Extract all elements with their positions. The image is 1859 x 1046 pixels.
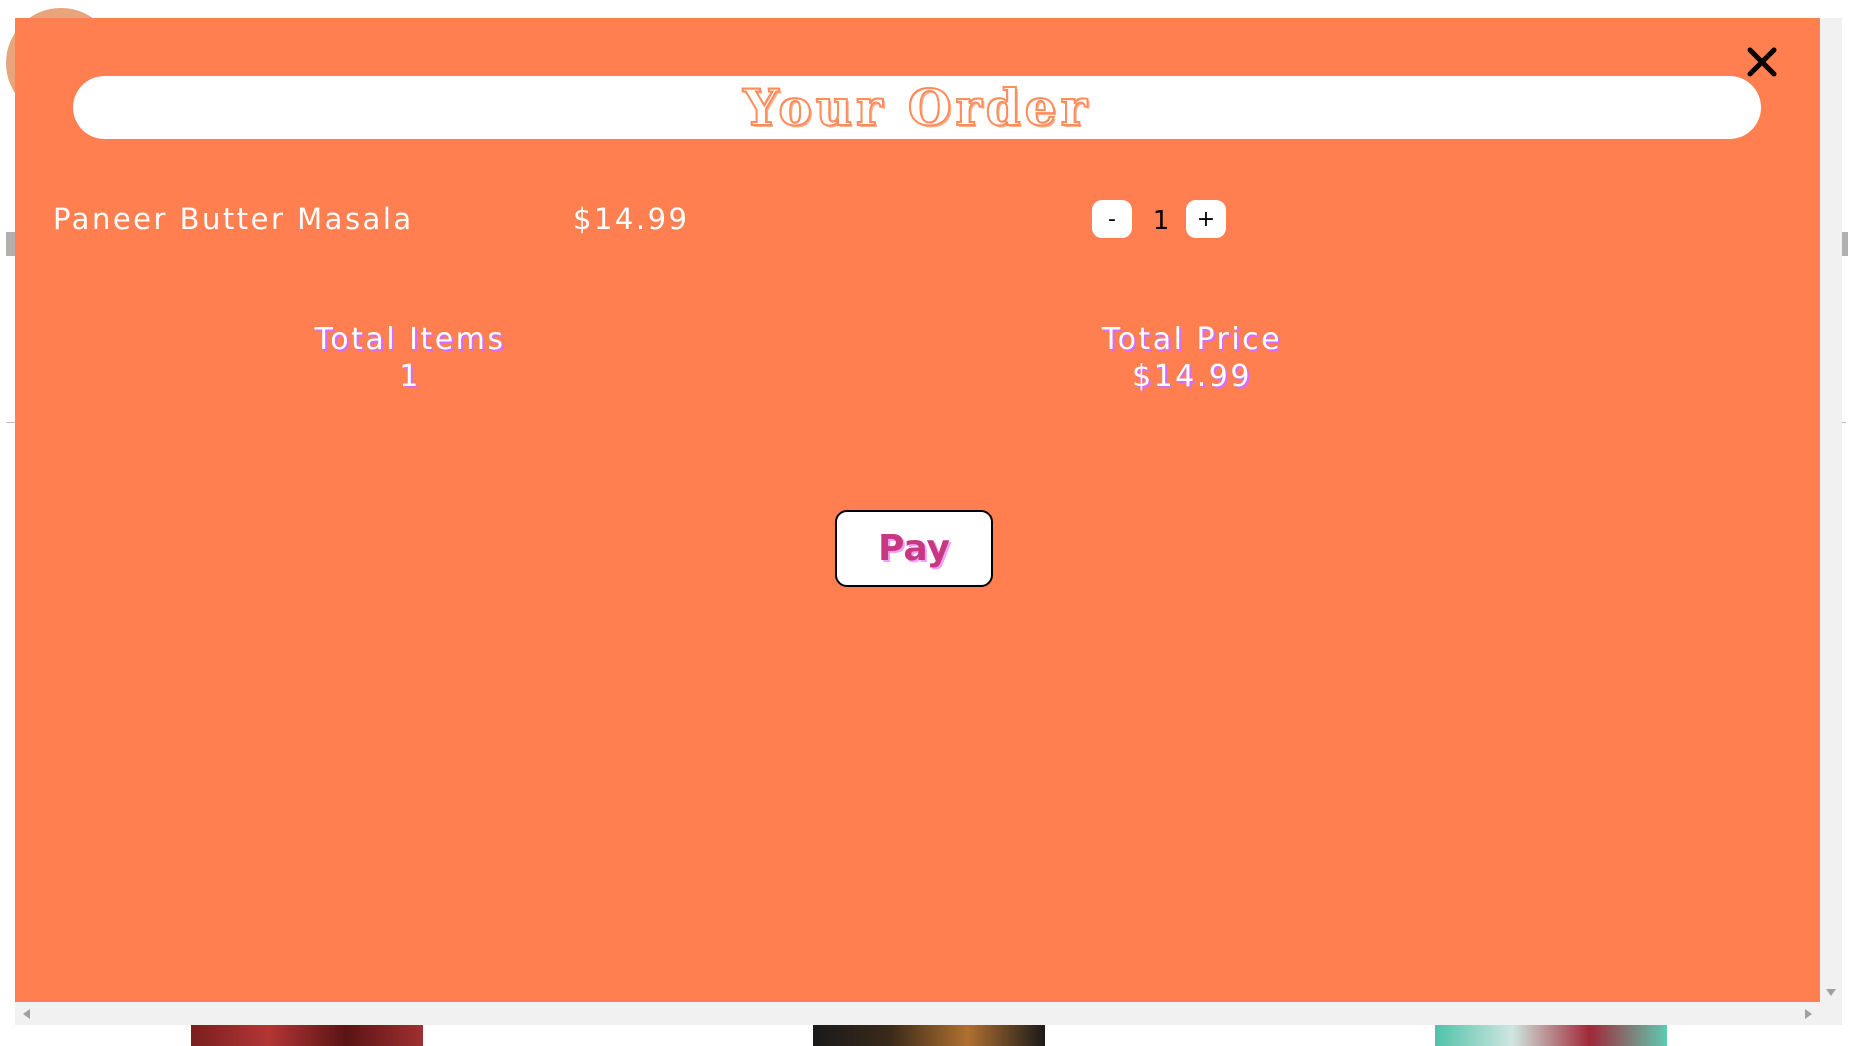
background-food-thumbnail bbox=[1435, 1024, 1667, 1046]
decrement-quantity-button[interactable]: - bbox=[1092, 200, 1132, 238]
modal-title-bar: Your Order bbox=[73, 76, 1761, 139]
background-food-thumbnail bbox=[191, 1024, 423, 1046]
total-items-value: 1 bbox=[399, 359, 421, 394]
pay-button[interactable]: Pay bbox=[835, 510, 993, 587]
scroll-down-arrow-icon[interactable] bbox=[1826, 989, 1836, 996]
total-items-label: Total Items bbox=[314, 322, 506, 357]
increment-quantity-button[interactable]: + bbox=[1186, 200, 1226, 238]
scroll-right-arrow-icon[interactable] bbox=[1805, 1009, 1812, 1019]
order-item-row: Paneer Butter Masala $14.99 - 1 + bbox=[15, 198, 1820, 258]
total-price-label: Total Price bbox=[1101, 322, 1283, 357]
order-modal: Your Order Paneer Butter Masala $14.99 -… bbox=[15, 18, 1820, 1002]
background-food-thumbnail bbox=[813, 1024, 1045, 1046]
horizontal-scrollbar[interactable] bbox=[15, 1002, 1842, 1025]
order-item-name: Paneer Butter Masala bbox=[53, 202, 414, 236]
total-price-value: $14.99 bbox=[1132, 359, 1252, 394]
order-modal-scroll-frame: Your Order Paneer Butter Masala $14.99 -… bbox=[15, 18, 1842, 1025]
modal-title: Your Order bbox=[742, 77, 1091, 138]
close-button[interactable] bbox=[1742, 42, 1782, 82]
vertical-scrollbar[interactable] bbox=[1820, 18, 1842, 1002]
close-icon bbox=[1747, 47, 1777, 77]
order-item-price: $14.99 bbox=[573, 202, 690, 236]
order-item-quantity: 1 bbox=[1152, 206, 1170, 236]
scroll-left-arrow-icon[interactable] bbox=[23, 1009, 30, 1019]
